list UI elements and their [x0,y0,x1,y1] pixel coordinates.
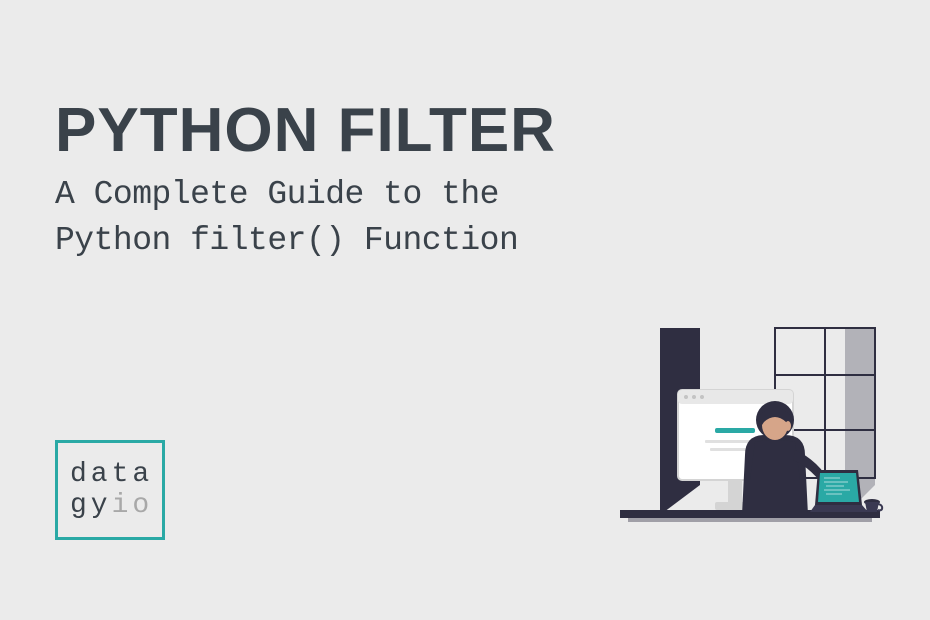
logo-io: io [112,490,154,521]
logo-gy: gy [70,490,112,521]
logo-text-line-1: data [70,459,162,490]
subtitle-line-2: Python filter() Function [55,222,518,259]
page-title: PYTHON FILTER [55,95,556,166]
subtitle-line-1: A Complete Guide to the [55,176,499,213]
datagy-logo: data gyio [55,440,165,540]
logo-text-line-2: gyio [70,490,162,521]
page-subtitle: A Complete Guide to the Python filter() … [55,172,518,264]
developer-illustration [600,320,895,560]
